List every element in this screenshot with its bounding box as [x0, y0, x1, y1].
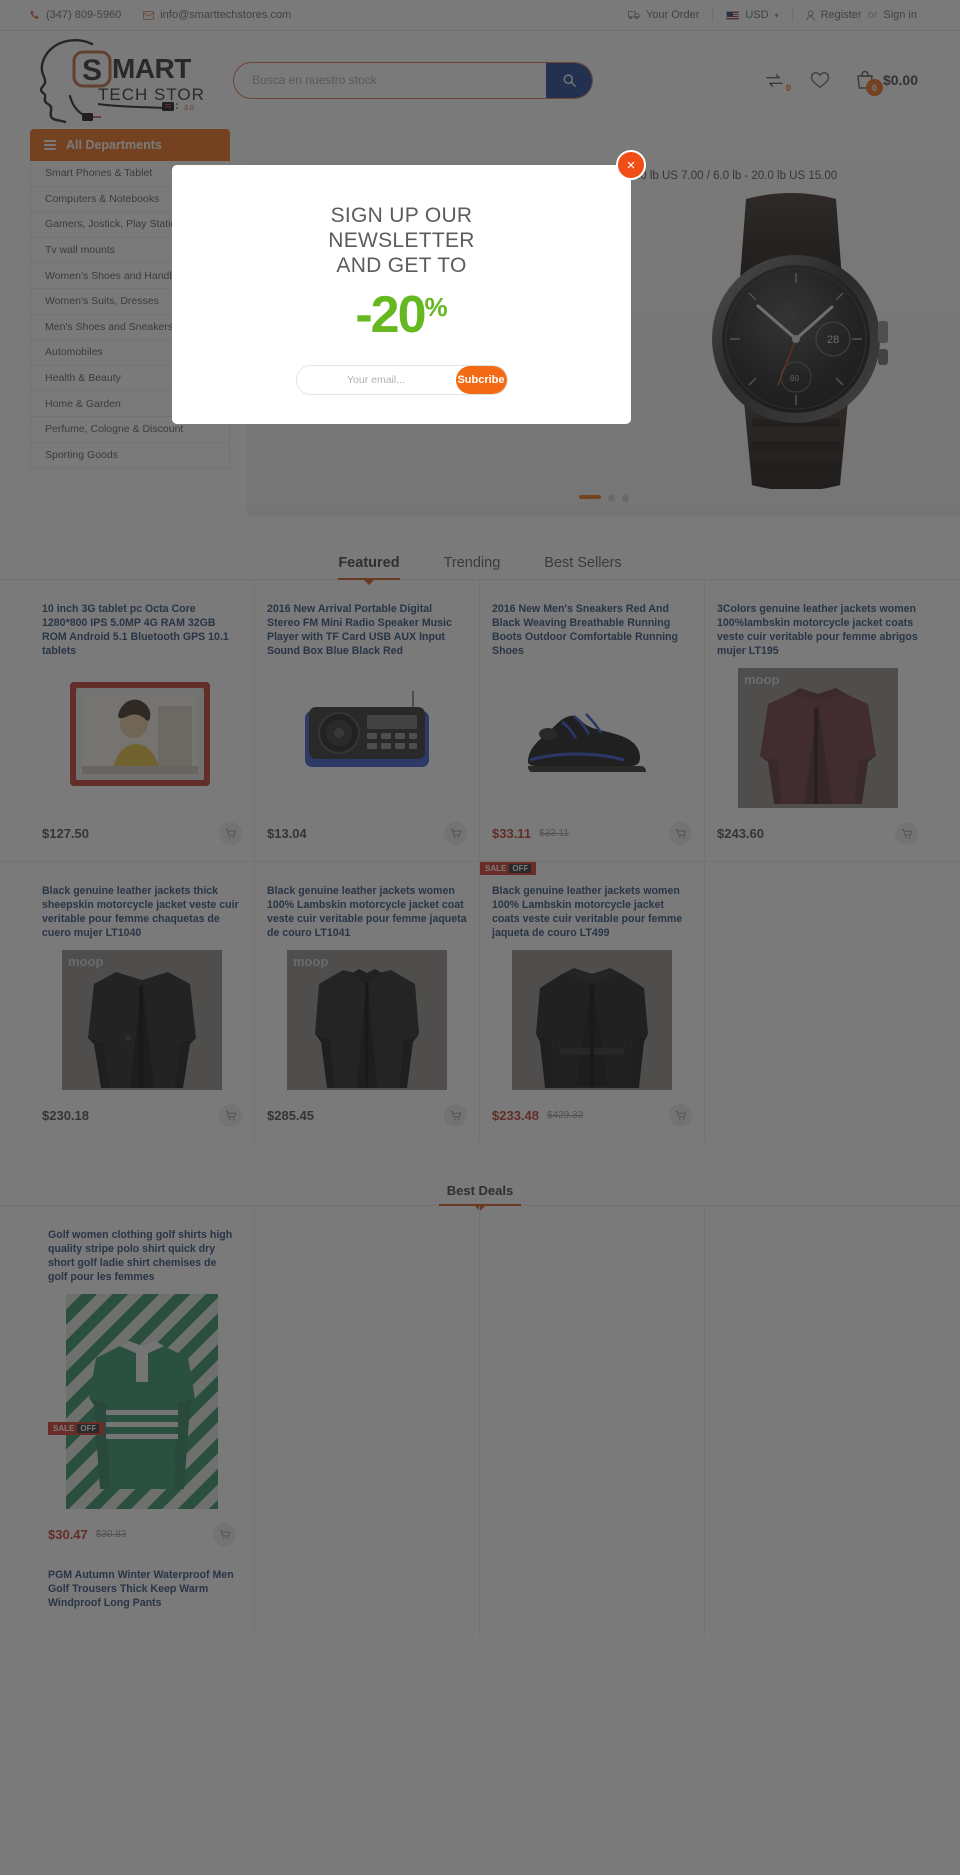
page-root: (347) 809-5960 info@smarttechstores.com …: [0, 0, 960, 1875]
newsletter-heading-line-1: SIGN UP OUR: [330, 204, 473, 227]
newsletter-heading: SIGN UP OUR NEWSLETTER AND GET TO: [172, 203, 631, 278]
subscribe-button[interactable]: Subcribe: [455, 365, 507, 394]
newsletter-email-input[interactable]: [296, 365, 456, 394]
close-icon[interactable]: ×: [616, 150, 646, 180]
newsletter-form: Subcribe: [295, 364, 508, 395]
newsletter-modal: × SIGN UP OUR NEWSLETTER AND GET TO -20%…: [172, 150, 646, 424]
newsletter-heading-line-3: AND GET TO: [336, 254, 467, 277]
discount-display: -20%: [172, 289, 631, 341]
discount-symbol: %: [424, 292, 448, 322]
close-label: ×: [626, 156, 636, 174]
newsletter-heading-line-2: NEWSLETTER: [328, 229, 475, 252]
discount-number: -20: [355, 286, 426, 344]
